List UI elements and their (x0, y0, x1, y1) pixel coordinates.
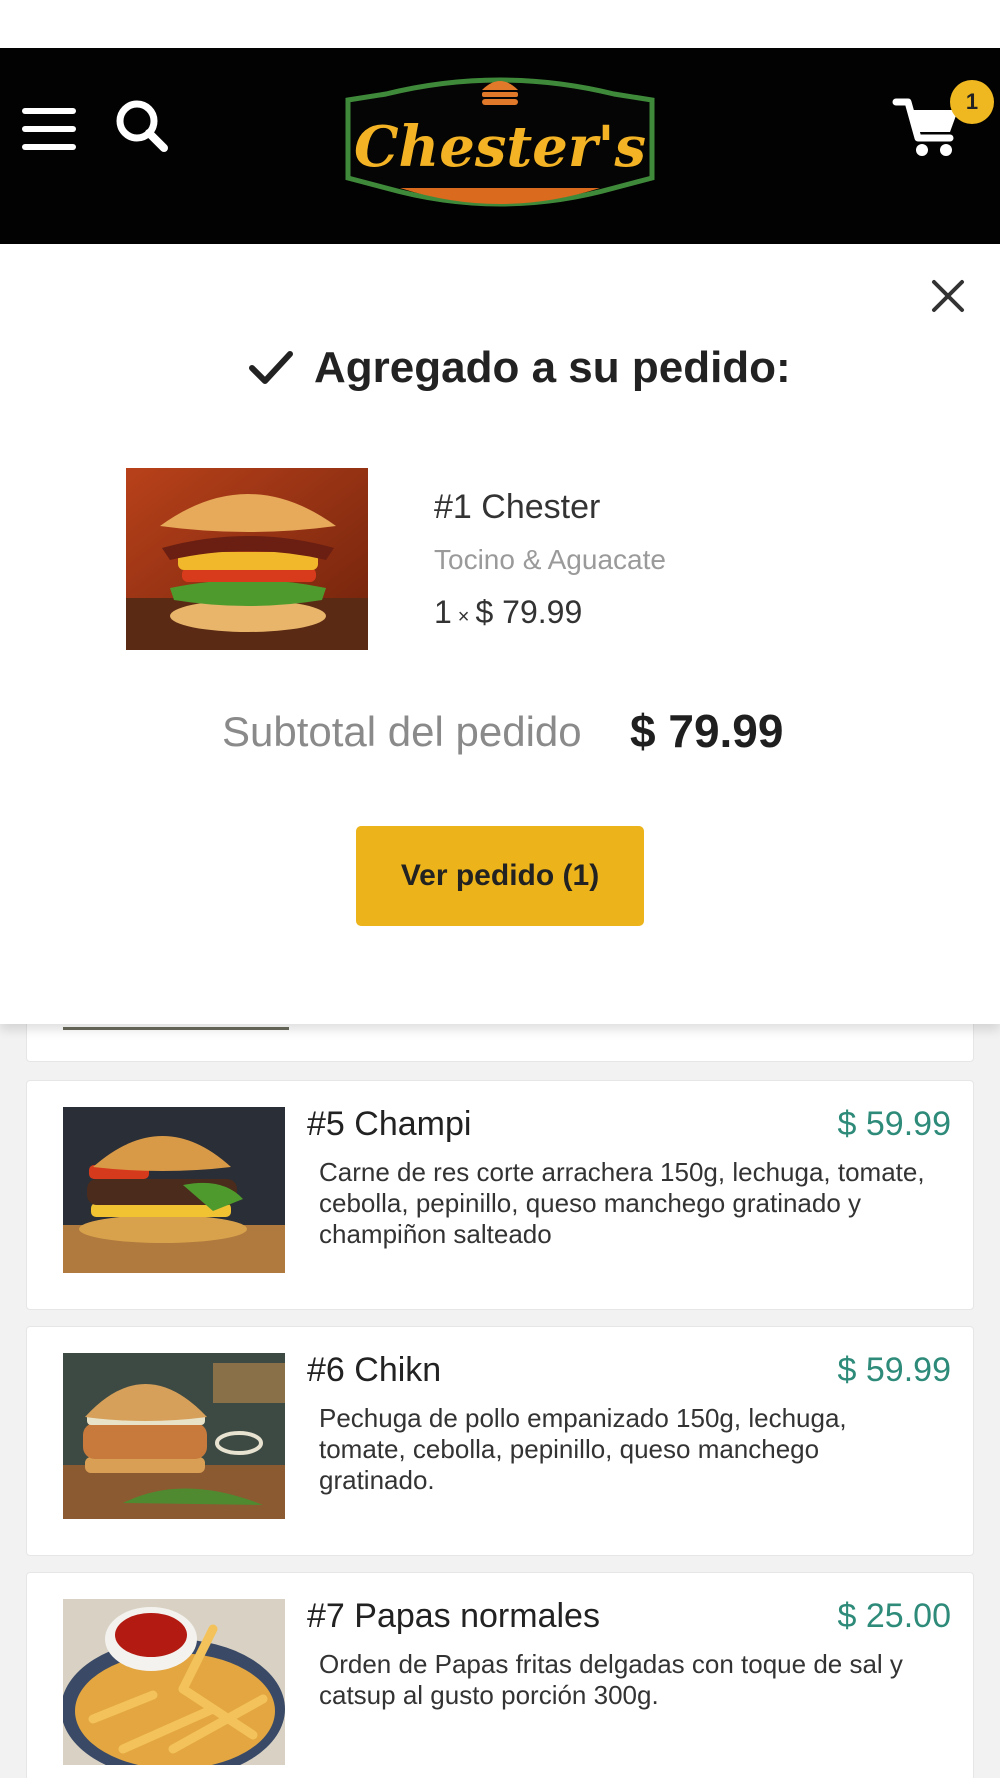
check-icon (249, 351, 293, 384)
menu-item-card[interactable]: #6 Chikn $ 59.99 Pechuga de pollo empani… (26, 1326, 974, 1556)
menu-item-price: $ 59.99 (837, 1351, 951, 1389)
menu-item-price: $ 25.00 (837, 1597, 951, 1635)
subtotal-value: $ 79.99 (630, 705, 784, 757)
item-variant: Tocino & Aguacate (434, 544, 666, 575)
menu-item-description: Carne de res corte arrachera 150g, lechu… (319, 1157, 925, 1249)
menu-item-name: #7 Papas normales (307, 1597, 600, 1635)
item-name: #1 Chester (434, 488, 601, 526)
page: Chester's 1 Agregado a su pedido: #1 Che… (0, 0, 1000, 1778)
menu-item-price: $ 59.99 (837, 1105, 951, 1143)
item-quantity: 1 (434, 594, 452, 630)
menu-item-description: Pechuga de pollo empanizado 150g, lechug… (319, 1403, 847, 1495)
brand-logo[interactable]: Chester's (336, 70, 664, 222)
view-order-button[interactable]: Ver pedido (1) (356, 826, 644, 926)
subtotal-label: Subtotal del pedido (222, 708, 582, 755)
brand-name: Chester's (354, 114, 646, 180)
logo-graphic: Chester's (345, 77, 655, 207)
close-icon (932, 280, 964, 312)
menu-item-name: #5 Champi (307, 1105, 472, 1143)
menu-item-image (63, 1107, 285, 1273)
cart-count-badge: 1 (950, 80, 994, 124)
search-icon (116, 100, 168, 152)
item-price: $ 79.99 (475, 594, 583, 630)
menu-item-description: Orden de Papas fritas delgadas con toque… (319, 1649, 903, 1710)
popup-title-text: Agregado a su pedido: (314, 343, 791, 392)
times-sign: × (457, 606, 470, 628)
menu-item-card[interactable]: #7 Papas normales $ 25.00 Orden de Papas… (26, 1572, 974, 1778)
item-quantity-price: 1 × $ 79.99 (434, 594, 582, 631)
menu-item-image (63, 1353, 285, 1519)
image-bottom-edge (63, 1027, 289, 1030)
menu-button[interactable] (22, 108, 80, 150)
menu-item-name: #6 Chikn (307, 1351, 442, 1389)
status-bar (0, 0, 1000, 48)
menu-icon (22, 108, 80, 150)
menu-item-image (63, 1599, 285, 1765)
item-image (126, 468, 368, 650)
close-popup-button[interactable] (928, 276, 968, 316)
popup-title: Agregado a su pedido: (248, 340, 808, 396)
menu-item-card[interactable]: #5 Champi $ 59.99 Carne de res corte arr… (26, 1080, 974, 1310)
search-button[interactable] (112, 96, 172, 156)
